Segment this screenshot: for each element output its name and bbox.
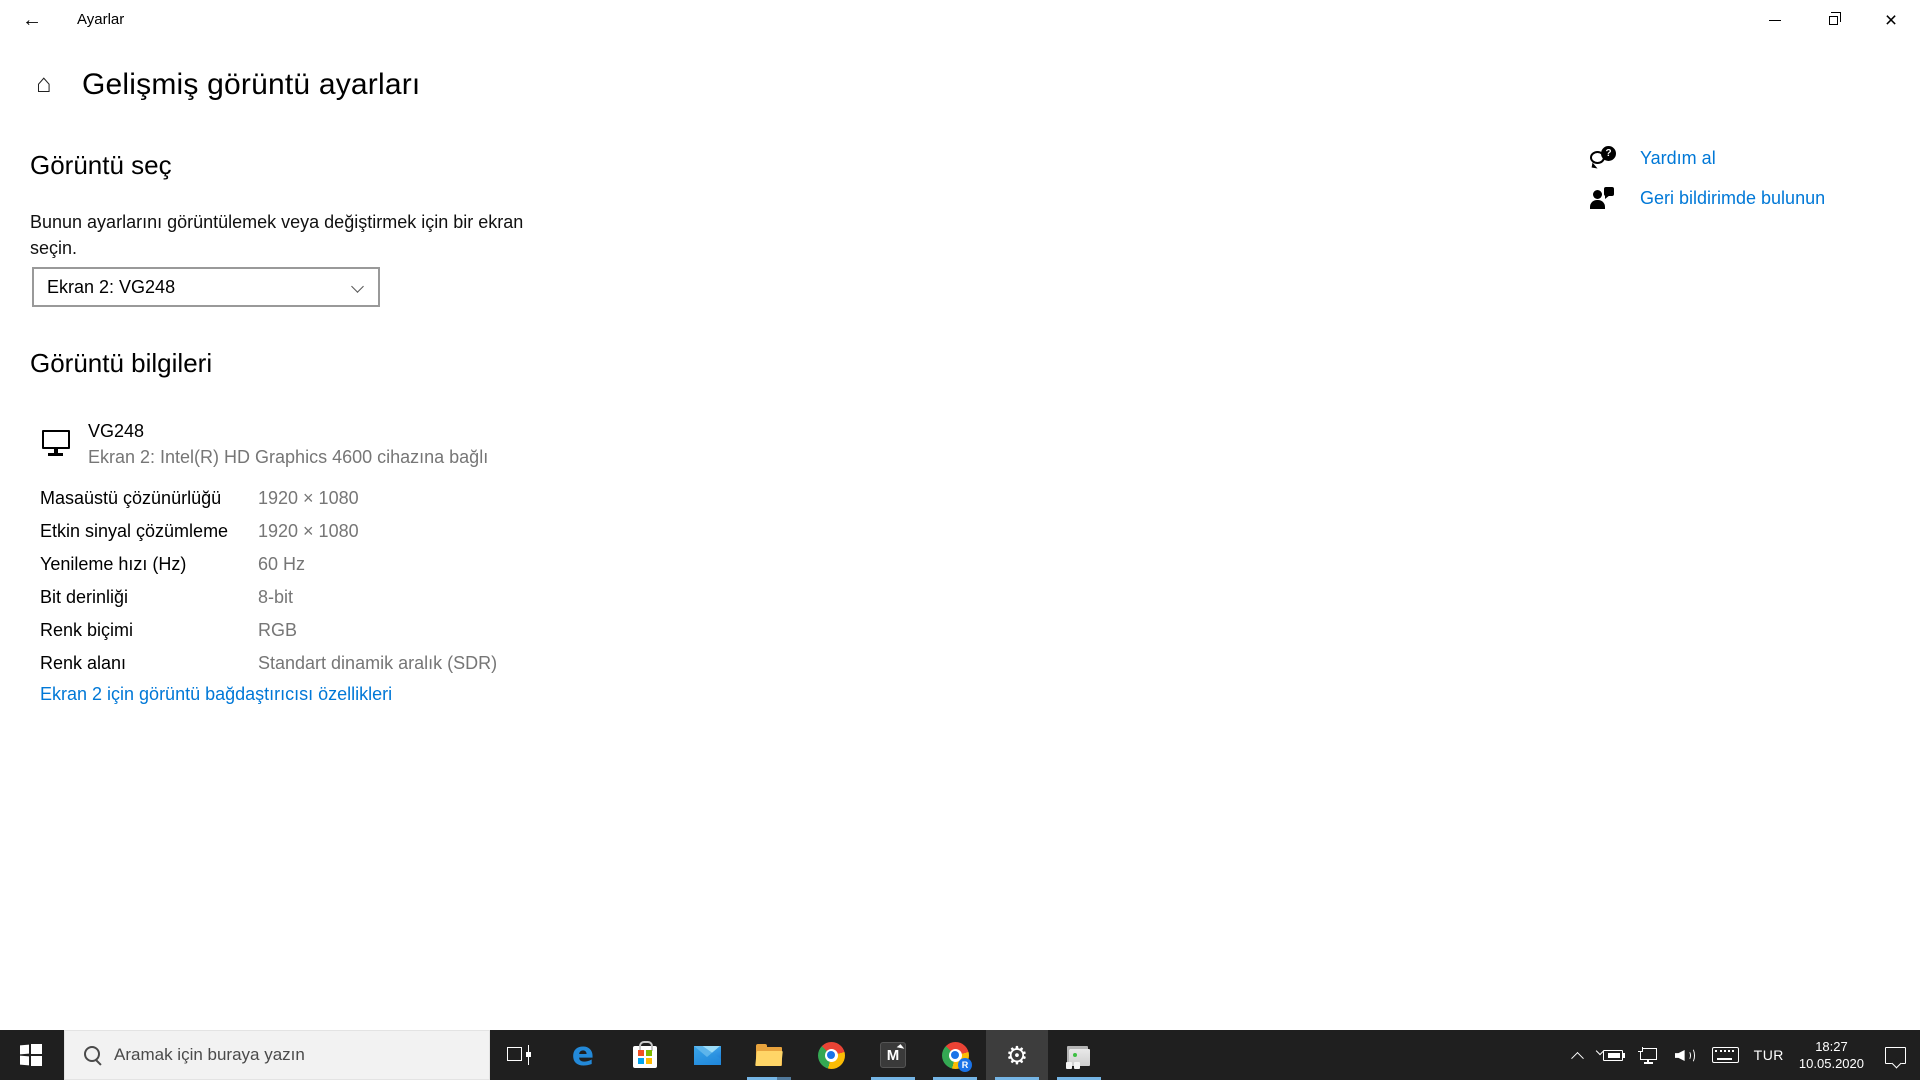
settings-window: ← Ayarlar × ⌂ Gelişmiş görüntü ayarları … [0,0,1920,1080]
taskbar-search[interactable] [64,1030,490,1080]
property-label: Renk biçimi [40,620,134,640]
taskbar-m-app-button[interactable]: M [862,1030,924,1080]
taskbar-file-explorer-button[interactable] [738,1030,800,1080]
minimize-button[interactable] [1746,0,1804,40]
property-value: 60 Hz [258,554,306,574]
network-icon[interactable] [1637,1046,1660,1064]
property-label: Masaüstü çözünürlüğü [40,488,222,508]
monitor-name: VG248 [88,421,145,441]
file-explorer-icon [755,1043,783,1066]
page-title: Gelişmiş görüntü ayarları [82,68,421,101]
taskbar-store-button[interactable] [614,1030,676,1080]
taskbar-device-app-button[interactable] [1048,1030,1110,1080]
system-tray: TUR 18:27 10.05.2020 [1570,1030,1906,1080]
task-view-icon [507,1045,531,1065]
taskbar-settings-button[interactable]: ⚙ [986,1030,1048,1080]
give-feedback-label: Geri bildirimde bulunun [1640,187,1826,208]
windows-logo-icon [20,1044,42,1066]
property-label: Yenileme hızı (Hz) [40,554,187,574]
search-icon [82,1045,102,1065]
section-heading-select-display: Görüntü seç [30,150,172,180]
property-label: Renk alanı [40,653,127,673]
search-input[interactable] [114,1045,464,1065]
battery-charging-icon[interactable] [1595,1046,1626,1062]
property-value: 1920 × 1080 [258,488,359,508]
gear-icon: ⚙ [1005,1040,1029,1070]
monitor-icon [42,430,70,456]
property-value: 8-bit [258,587,294,607]
app-title: Ayarlar [77,11,125,28]
clock[interactable]: 18:27 10.05.2020 [1799,1038,1864,1072]
time: 18:27 [1815,1039,1848,1054]
section-heading-display-info: Görüntü bilgileri [30,348,213,378]
property-value: Standart dinamik aralık (SDR) [258,653,498,673]
taskbar-chrome-profile-button[interactable]: R [924,1030,986,1080]
restore-icon [1828,12,1842,25]
question-mark: ? [1605,148,1612,159]
taskbar-mail-button[interactable] [676,1030,738,1080]
action-center-icon[interactable] [1885,1046,1906,1064]
display-adapter-properties-link[interactable]: Ekran 2 için görüntü bağdaştırıcısı özel… [40,684,392,705]
give-feedback-link[interactable]: Geri bildirimde bulunun [1590,184,1825,212]
m-app-icon: M [880,1042,906,1068]
select-display-description: Bunun ayarlarını görüntülemek veya değiş… [30,212,524,258]
chevron-down-icon [351,280,364,293]
get-help-label: Yardım al [1640,147,1716,168]
chrome-profile-badge: R [958,1058,972,1072]
get-help-link[interactable]: ? Yardım al [1590,144,1716,172]
property-label: Bit derinliği [40,587,129,607]
feedback-person-icon [1590,186,1616,210]
back-arrow-icon: ← [22,8,42,31]
chrome-icon [817,1041,845,1069]
touch-keyboard-icon[interactable] [1711,1047,1739,1063]
back-button[interactable]: ← [8,0,56,40]
taskbar: e M R ⚙ [0,1030,1920,1080]
help-chat-icon: ? [1590,146,1616,170]
device-app-icon [1065,1048,1090,1069]
property-value: 1920 × 1080 [258,521,359,541]
taskbar-edge-button[interactable]: e [552,1030,614,1080]
microsoft-store-icon [633,1041,657,1068]
edge-icon: e [571,1033,595,1073]
titlebar: ← Ayarlar × [0,0,1920,40]
close-button[interactable]: × [1862,0,1920,40]
property-label: Etkin sinyal çözümleme [40,521,229,541]
language-indicator[interactable]: TUR [1754,1047,1784,1063]
property-value: RGB [258,620,298,640]
taskbar-chrome-button[interactable] [800,1030,862,1080]
monitor-connection: Ekran 2: Intel(R) HD Graphics 4600 cihaz… [88,447,489,467]
task-view-button[interactable] [488,1030,550,1080]
start-button[interactable] [0,1030,62,1080]
restore-button[interactable] [1804,0,1862,40]
volume-icon[interactable] [1674,1047,1697,1063]
minimize-icon [1769,19,1781,21]
display-select-dropdown[interactable]: Ekran 2: VG248 [32,267,380,307]
mail-icon [693,1045,721,1065]
close-icon: × [1884,8,1898,32]
tray-show-hidden-icons-button[interactable] [1570,1051,1584,1065]
display-select-dropdown-value: Ekran 2: VG248 [47,276,176,297]
home-icon: ⌂ [36,68,52,98]
date: 10.05.2020 [1798,1056,1864,1071]
